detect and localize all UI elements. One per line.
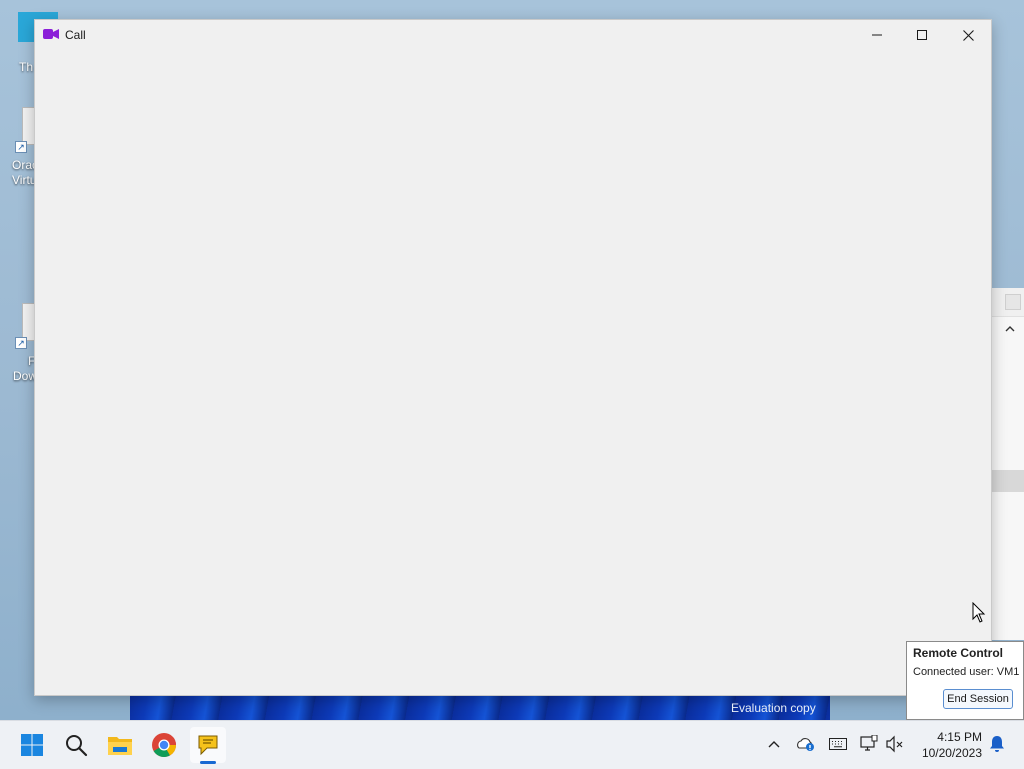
video-camera-icon [43, 28, 59, 40]
connected-user-label: Connected user: VM1 [913, 666, 1020, 678]
network-tray-button[interactable] [858, 733, 880, 755]
start-icon [21, 734, 43, 756]
chrome-button[interactable] [146, 727, 182, 763]
shortcut-arrow-icon: ↗ [15, 337, 27, 349]
search-button[interactable] [58, 727, 94, 763]
remote-control-popup: Remote Control Connected user: VM1 End S… [906, 641, 1024, 720]
chevron-up-icon[interactable] [1005, 322, 1015, 336]
bell-icon [990, 736, 1004, 752]
maximize-button[interactable] [899, 20, 945, 50]
call-window-titlebar[interactable]: Call [35, 20, 991, 50]
chrome-icon [152, 733, 177, 758]
keyboard-tray-button[interactable] [827, 733, 849, 755]
clock[interactable]: 4:15 PM 10/20/2023 [912, 729, 982, 761]
chat-app-button[interactable] [190, 727, 226, 763]
minimize-button[interactable] [854, 20, 900, 50]
evaluation-watermark: Evaluation copy [731, 701, 816, 715]
clock-time: 4:15 PM [937, 730, 982, 744]
search-icon [66, 735, 88, 757]
file-explorer-icon [108, 737, 132, 755]
window-title: Call [65, 28, 86, 42]
shortcut-arrow-icon: ↗ [15, 141, 27, 153]
volume-muted-icon [886, 735, 903, 753]
show-hidden-icons-button[interactable] [763, 733, 785, 755]
desktop-icon-label: Th [19, 60, 34, 74]
notifications-button[interactable] [986, 733, 1008, 755]
remote-control-title: Remote Control [913, 646, 1003, 660]
close-icon [962, 29, 974, 41]
volume-tray-button[interactable] [884, 733, 906, 755]
call-window: Call [34, 19, 992, 696]
minimize-icon [872, 34, 882, 36]
taskbar: 4:15 PM 10/20/2023 [0, 720, 1024, 769]
start-button[interactable] [14, 727, 50, 763]
file-explorer-button[interactable] [102, 727, 138, 763]
mouse-cursor-icon [972, 602, 986, 623]
network-icon [860, 735, 878, 751]
chevron-up-icon [768, 741, 780, 748]
call-window-content [35, 50, 991, 695]
onedrive-icon [797, 738, 814, 751]
maximize-icon [917, 30, 927, 40]
active-app-indicator [200, 761, 216, 764]
onedrive-tray-button[interactable] [794, 733, 816, 755]
background-window[interactable] [990, 288, 1024, 640]
background-window-button[interactable] [1005, 294, 1021, 310]
clock-date: 10/20/2023 [921, 746, 982, 760]
keyboard-icon [829, 738, 847, 750]
background-window-selection [991, 470, 1024, 492]
close-button[interactable] [945, 20, 991, 50]
desktop-icon-label: Virtu [12, 173, 37, 187]
chat-app-icon [198, 735, 218, 756]
end-session-button[interactable]: End Session [943, 689, 1013, 709]
